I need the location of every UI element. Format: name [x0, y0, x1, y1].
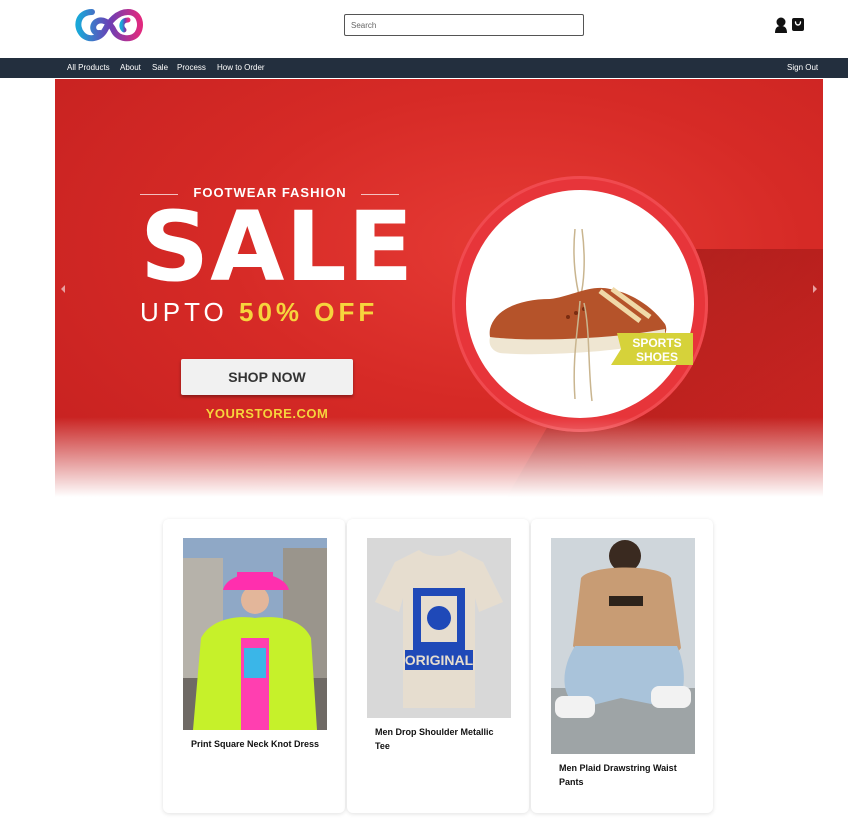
search-input[interactable] — [344, 14, 584, 36]
sports-shoes-tag: SPORTS SHOES — [611, 333, 693, 365]
nav-about[interactable]: About — [120, 58, 141, 78]
product-title[interactable]: Men Plaid Drawstring Waist Pants — [559, 761, 689, 789]
banner-headline: SALE — [140, 191, 415, 303]
main-nav: All Products About Sale Process How to O… — [0, 58, 848, 78]
percent-off-text: 50% OFF — [239, 297, 379, 327]
tag-line2: SHOES — [636, 350, 678, 364]
shop-now-button[interactable]: SHOP NOW — [181, 359, 353, 395]
product-card[interactable]: Men Plaid Drawstring Waist Pants — [531, 519, 713, 813]
nav-process[interactable]: Process — [177, 58, 206, 78]
shirt-print-text: ORIGINAL — [405, 652, 474, 668]
sign-out-link[interactable]: Sign Out — [787, 58, 818, 78]
shopping-bag-icon[interactable] — [791, 17, 805, 32]
product-title[interactable]: Print Square Neck Knot Dress — [191, 737, 321, 751]
product-image[interactable] — [551, 538, 695, 754]
nav-sale[interactable]: Sale — [152, 58, 168, 78]
upto-text: UPTO — [140, 297, 228, 327]
product-card[interactable]: Print Square Neck Knot Dress — [163, 519, 345, 813]
tag-line1: SPORTS — [632, 336, 681, 350]
brand-logo[interactable] — [72, 6, 146, 44]
nav-how-to-order[interactable]: How to Order — [217, 58, 265, 78]
product-title[interactable]: Men Drop Shoulder Metallic Tee — [375, 725, 505, 753]
banner-discount: UPTO 50% OFF — [140, 297, 378, 328]
banner-fade — [55, 417, 823, 497]
product-image[interactable]: ORIGINAL — [367, 538, 511, 718]
header — [0, 0, 848, 58]
carousel-next-icon[interactable] — [811, 284, 819, 294]
product-image[interactable] — [183, 538, 327, 730]
sneaker-image — [489, 229, 667, 402]
user-icon[interactable] — [774, 17, 788, 33]
carousel-prev-icon[interactable] — [59, 284, 67, 294]
nav-all-products[interactable]: All Products — [67, 58, 110, 78]
product-card[interactable]: ORIGINAL Men Drop Shoulder Metallic Tee — [347, 519, 529, 813]
hero-banner[interactable]: FOOTWEAR FASHION SALE UPTO 50% OFF SHOP … — [55, 79, 823, 497]
